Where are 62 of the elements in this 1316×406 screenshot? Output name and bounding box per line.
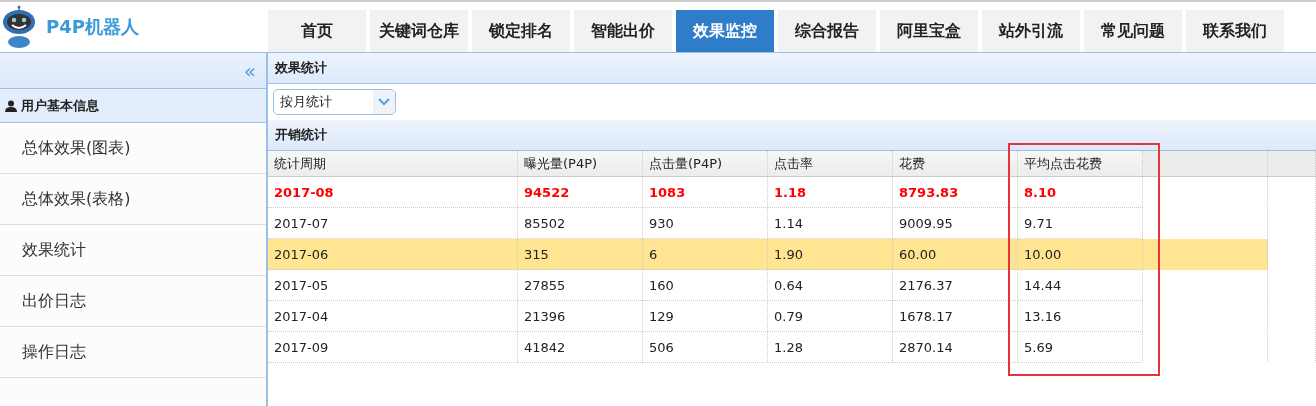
table-cell: 160 xyxy=(643,270,768,301)
column-header: 曝光量(P4P) xyxy=(518,151,643,177)
table-cell: 9009.95 xyxy=(893,208,1018,239)
table-cell: 2017-08 xyxy=(268,177,518,208)
table-cell: 506 xyxy=(643,332,768,363)
table-cell: 2017-09 xyxy=(268,332,518,363)
table-cell: 1083 xyxy=(643,177,768,208)
column-header: 点击量(P4P) xyxy=(643,151,768,177)
table-cell: 2017-07 xyxy=(268,208,518,239)
column-header: 平均点击花费 xyxy=(1018,151,1143,177)
table-cell: 41842 xyxy=(518,332,643,363)
table-cell: 0.79 xyxy=(768,301,893,332)
sidebar-item[interactable]: 出价日志 xyxy=(0,276,266,327)
panel-title: 效果统计 xyxy=(268,53,1316,84)
table-cell: 1678.17 xyxy=(893,301,1018,332)
period-select[interactable]: 按月统计 xyxy=(273,89,396,115)
nav-tab[interactable]: 首页 xyxy=(268,10,366,52)
table-cell: 2017-04 xyxy=(268,301,518,332)
nav-tab[interactable]: 智能出价 xyxy=(574,10,672,52)
table-cell: 27855 xyxy=(518,270,643,301)
table-cell: 5.69 xyxy=(1018,332,1143,363)
app-title: P4P机器人 xyxy=(46,15,139,39)
nav-tab[interactable]: 效果监控 xyxy=(676,10,774,52)
table-cell: 1.90 xyxy=(768,239,893,270)
section-title: 用户基本信息 xyxy=(21,96,99,115)
table-cell: 2870.14 xyxy=(893,332,1018,363)
table-cell: 2017-06 xyxy=(268,239,518,270)
table-cell: 2017-05 xyxy=(268,270,518,301)
table-cell: 21396 xyxy=(518,301,643,332)
table-cell: 14.44 xyxy=(1018,270,1143,301)
column-header: 花费 xyxy=(893,151,1018,177)
table-cell: 8793.83 xyxy=(893,177,1018,208)
sidebar-item[interactable]: 效果统计 xyxy=(0,225,266,276)
nav-tab[interactable]: 锁定排名 xyxy=(472,10,570,52)
nav-tab[interactable]: 阿里宝盒 xyxy=(880,10,978,52)
table-cell: 315 xyxy=(518,239,643,270)
table-cell: 930 xyxy=(643,208,768,239)
table-cell: 1.28 xyxy=(768,332,893,363)
table-cell: 8.10 xyxy=(1018,177,1143,208)
table-cell: 6 xyxy=(643,239,768,270)
column-header: 点击率 xyxy=(768,151,893,177)
sidebar-item[interactable]: 操作日志 xyxy=(0,327,266,378)
table-cell: 94522 xyxy=(518,177,643,208)
nav-tab[interactable]: 常见问题 xyxy=(1084,10,1182,52)
table-title: 开销统计 xyxy=(268,120,1316,151)
nav-tab[interactable]: 综合报告 xyxy=(778,10,876,52)
nav-tab[interactable]: 站外引流 xyxy=(982,10,1080,52)
nav-tab[interactable]: 联系我们 xyxy=(1186,10,1284,52)
table-cell: 1.18 xyxy=(768,177,893,208)
table-cell: 2176.37 xyxy=(893,270,1018,301)
table-cell: 85502 xyxy=(518,208,643,239)
table-cell: 1.14 xyxy=(768,208,893,239)
sidebar-item[interactable]: 总体效果(表格) xyxy=(0,174,266,225)
table-cell: 0.64 xyxy=(768,270,893,301)
table-cell: 60.00 xyxy=(893,239,1018,270)
nav-tab[interactable]: 关键词仓库 xyxy=(370,10,468,52)
table-cell: 13.16 xyxy=(1018,301,1143,332)
table-cell: 129 xyxy=(643,301,768,332)
column-header: 统计周期 xyxy=(268,151,518,177)
sidebar-item[interactable]: 总体效果(图表) xyxy=(0,123,266,174)
table-cell: 10.00 xyxy=(1018,239,1143,270)
table-cell: 9.71 xyxy=(1018,208,1143,239)
